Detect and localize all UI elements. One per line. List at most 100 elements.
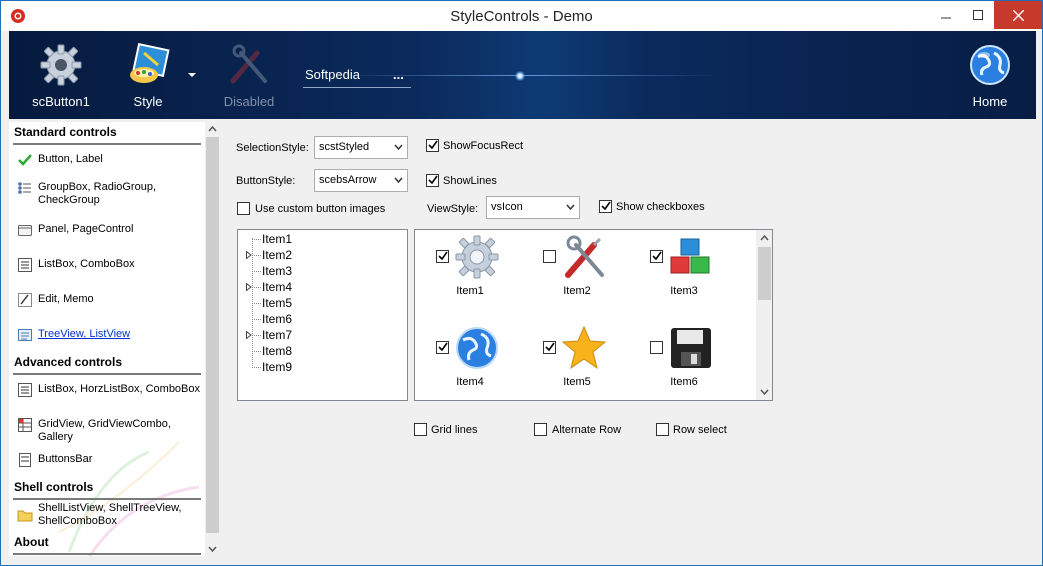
list-item[interactable]: Item2 xyxy=(522,230,622,310)
grid-lines-checkbox[interactable] xyxy=(414,423,427,436)
maximize-button[interactable] xyxy=(963,1,993,29)
sidebar-item-label: ListBox, HorzListBox, ComboBox xyxy=(38,383,201,395)
category-divider xyxy=(13,143,201,145)
tree-item[interactable]: Item5 xyxy=(262,296,292,310)
category-about[interactable]: About xyxy=(13,535,201,555)
sidebar-item-gridview[interactable]: GridView, GridViewCombo, Gallery xyxy=(17,417,203,445)
list-item-checkbox[interactable] xyxy=(650,250,663,263)
check-icon xyxy=(18,154,32,166)
sidebar-scrollbar-thumb[interactable] xyxy=(206,137,219,533)
button-style-value: scebsArrow xyxy=(319,174,377,186)
sidebar-item-edit[interactable]: Edit, Memo xyxy=(17,292,203,320)
sidebar-item-button-label[interactable]: Button, Label xyxy=(17,152,203,180)
list-item-label: Item1 xyxy=(456,285,484,297)
list-item-label: Item6 xyxy=(670,376,698,388)
scroll-down-icon[interactable] xyxy=(760,387,769,396)
list-item-label: Item5 xyxy=(563,376,591,388)
gear-icon xyxy=(455,235,499,279)
home-button[interactable]: Home xyxy=(950,31,1030,119)
toolbar-sparkle xyxy=(515,71,525,81)
tree-item[interactable]: Item3 xyxy=(262,264,292,278)
chevron-down-icon xyxy=(394,177,403,184)
view-style-combo[interactable]: vsIcon xyxy=(486,196,580,219)
tree-connector xyxy=(252,303,261,304)
scroll-down-icon[interactable] xyxy=(208,544,217,553)
tree-item[interactable]: Item8 xyxy=(262,344,292,358)
tree-item[interactable]: Item9 xyxy=(262,360,292,374)
sidebar-item-shell[interactable]: ShellListView, ShellTreeView, ShellCombo… xyxy=(17,501,203,529)
sidebar-item-listbox[interactable]: ListBox, ComboBox xyxy=(17,257,203,285)
title-bar: StyleControls - Demo xyxy=(1,1,1042,31)
globe-icon xyxy=(970,45,1010,85)
paint-icon xyxy=(130,43,170,83)
selection-style-combo[interactable]: scstStyled xyxy=(314,136,408,159)
tree-connector xyxy=(252,271,261,272)
sidebar-item-panel[interactable]: Panel, PageControl xyxy=(17,222,203,250)
listview-scrollbar[interactable] xyxy=(756,230,772,400)
show-lines-checkbox[interactable] xyxy=(426,174,439,187)
show-focus-rect-checkbox[interactable] xyxy=(426,139,439,152)
edit-icon xyxy=(18,293,32,307)
alternate-row-checkbox[interactable] xyxy=(534,423,547,436)
scroll-up-icon[interactable] xyxy=(760,234,769,243)
sidebar-item-buttonsbar[interactable]: ButtonsBar xyxy=(17,452,203,480)
tree-item[interactable]: Item2 xyxy=(262,248,292,262)
list-item[interactable]: Item3 xyxy=(629,230,729,310)
scbutton1-button[interactable]: scButton1 xyxy=(21,31,101,119)
tree-item[interactable]: Item4 xyxy=(262,280,292,294)
list-item[interactable]: Item1 xyxy=(415,230,515,310)
check-icon xyxy=(438,342,448,352)
minimize-button[interactable] xyxy=(931,1,961,29)
tree-item[interactable]: Item7 xyxy=(262,328,292,342)
check-icon xyxy=(652,251,662,261)
chevron-down-icon xyxy=(394,144,403,151)
sidebar-item-label: Panel, PageControl xyxy=(38,223,134,235)
grid-icon xyxy=(18,418,32,432)
list-item-checkbox[interactable] xyxy=(543,341,556,354)
toolbar-ellipsis-button[interactable]: ... xyxy=(393,67,404,82)
view-style-value: vsIcon xyxy=(491,201,523,213)
floppy-icon xyxy=(671,328,711,368)
globe-icon xyxy=(456,327,498,369)
listview-scrollbar-thumb[interactable] xyxy=(758,247,771,300)
style-dropdown-arrow[interactable] xyxy=(187,71,197,79)
tree-connector xyxy=(252,319,261,320)
sidebar-item-horzlistbox[interactable]: ListBox, HorzListBox, ComboBox xyxy=(17,382,203,410)
sidebar-scrollbar[interactable] xyxy=(205,122,220,556)
list-item-checkbox[interactable] xyxy=(436,341,449,354)
custom-button-images-checkbox[interactable] xyxy=(237,202,250,215)
home-label: Home xyxy=(972,94,1008,109)
category-standard-controls-title: Standard controls xyxy=(14,125,117,139)
list-item-checkbox[interactable] xyxy=(543,250,556,263)
list-item[interactable]: Item4 xyxy=(415,321,515,400)
list-item[interactable]: Item5 xyxy=(522,321,622,400)
sidebar-item-treeview[interactable]: TreeView, ListView xyxy=(17,327,203,355)
category-divider xyxy=(13,553,201,555)
category-divider xyxy=(13,373,201,375)
tree-item[interactable]: Item1 xyxy=(262,232,292,246)
list-item-label: Item4 xyxy=(456,376,484,388)
show-checkboxes-checkbox[interactable] xyxy=(599,200,612,213)
tree-view[interactable]: Item1 Item2 Item3 Item4 Item5 Item6 Item… xyxy=(237,229,408,401)
row-select-checkbox[interactable] xyxy=(656,423,669,436)
show-checkboxes-label: Show checkboxes xyxy=(616,201,705,213)
sidebar-item-label: GroupBox, RadioGroup, CheckGroup xyxy=(38,181,157,206)
tree-connector xyxy=(252,287,261,288)
close-button[interactable] xyxy=(994,1,1042,29)
list-item-checkbox[interactable] xyxy=(436,250,449,263)
sidebar-item-label: GridView, GridViewCombo, Gallery xyxy=(38,418,171,443)
scroll-up-icon[interactable] xyxy=(208,125,217,134)
tree-item[interactable]: Item6 xyxy=(262,312,292,326)
sidebar-item-groupbox[interactable]: GroupBox, RadioGroup, CheckGroup xyxy=(17,180,203,208)
list-item-checkbox[interactable] xyxy=(650,341,663,354)
style-button[interactable]: Style xyxy=(108,31,188,119)
show-lines-label: ShowLines xyxy=(443,175,497,187)
list-view[interactable]: Item1 Item2 Item3 Item4 Item5 Item6 xyxy=(414,229,773,401)
sidebar-item-label: ShellListView, ShellTreeView, ShellCombo… xyxy=(38,502,182,527)
category-shell-controls: Shell controls xyxy=(13,480,201,500)
tree-connector xyxy=(252,335,261,336)
grid-lines-label: Grid lines xyxy=(431,424,478,436)
selection-style-label: SelectionStyle: xyxy=(236,142,309,154)
button-style-combo[interactable]: scebsArrow xyxy=(314,169,408,192)
list-item[interactable]: Item6 xyxy=(629,321,729,400)
